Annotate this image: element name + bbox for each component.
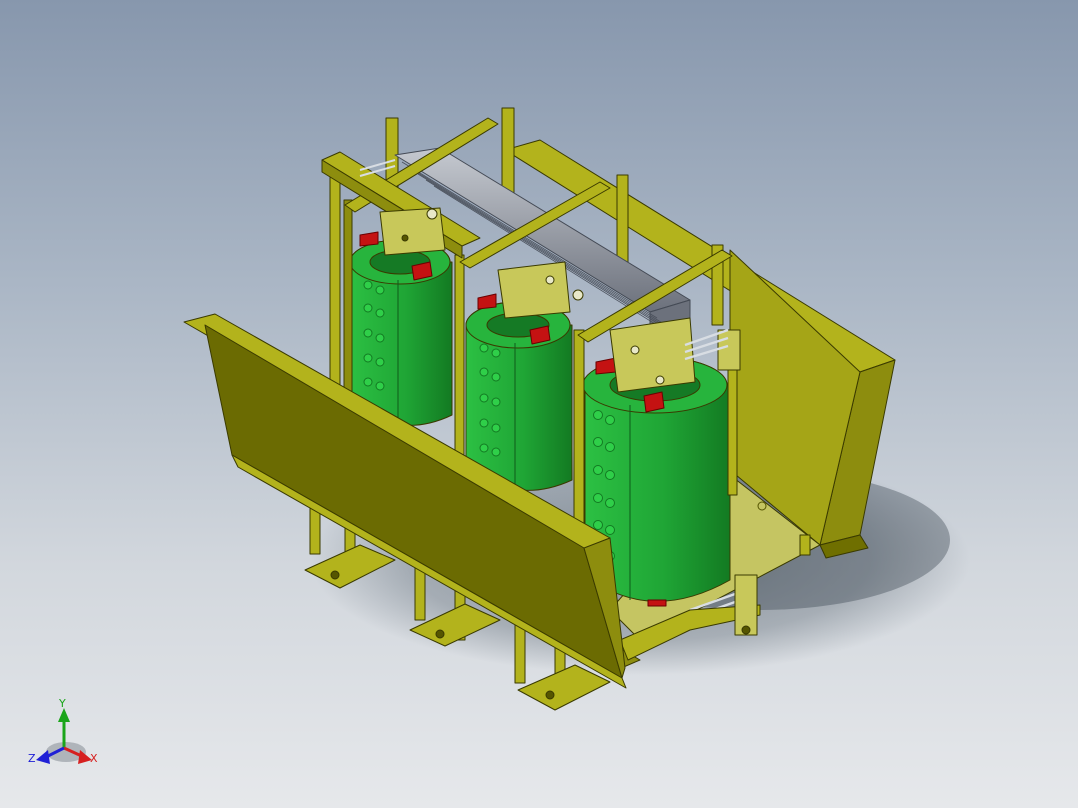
coil-middle-tab — [477, 293, 497, 310]
coil-left[interactable] — [349, 231, 453, 428]
clamp-plate-mid[interactable] — [497, 261, 584, 319]
axis-z-arrow-icon — [36, 750, 50, 764]
coil-right-tab — [595, 357, 617, 375]
front-post-1b[interactable] — [343, 199, 353, 416]
axis-z-label: Z — [28, 752, 36, 765]
model-scene[interactable]: Y X Z — [0, 0, 1078, 808]
axis-y-label: Y — [58, 697, 66, 710]
clamp-plate-left[interactable] — [379, 207, 446, 256]
back-post-right[interactable] — [616, 174, 629, 271]
coil-right-bottom-tab — [647, 599, 667, 607]
coil-right-tab-2 — [643, 391, 665, 413]
back-post-mid[interactable] — [501, 107, 515, 199]
coil-left-tab — [359, 231, 379, 247]
axis-y-arrow-icon — [58, 708, 70, 722]
front-post-1[interactable] — [329, 157, 341, 419]
cad-viewport[interactable]: Y X Z — [0, 0, 1078, 808]
axis-triad[interactable]: Y X Z — [28, 697, 98, 765]
coil-middle[interactable] — [465, 293, 573, 494]
front-post-2[interactable] — [454, 254, 465, 461]
front-post-3[interactable] — [573, 329, 585, 531]
axis-x-label: X — [90, 752, 98, 765]
